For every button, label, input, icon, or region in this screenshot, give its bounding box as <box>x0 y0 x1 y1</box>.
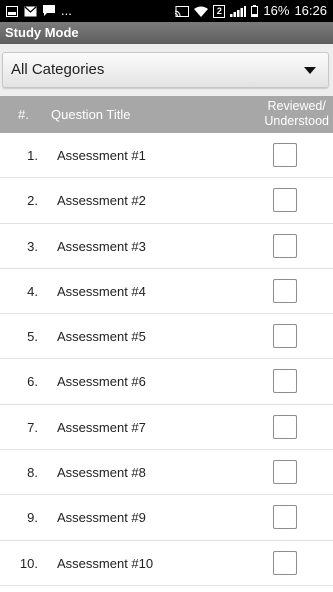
category-filter-area: All Categories <box>0 44 333 96</box>
reviewed-checkbox[interactable] <box>273 550 297 575</box>
row-title: Assessment #4 <box>57 283 146 299</box>
table-row[interactable]: 2. Assessment #2 <box>0 178 333 224</box>
row-number: 7. <box>27 419 38 435</box>
category-dropdown-value: All Categories <box>11 61 105 78</box>
row-number: 1. <box>27 148 38 163</box>
reviewed-checkbox[interactable] <box>273 188 297 213</box>
reviewed-checkbox[interactable] <box>273 324 297 349</box>
clock: 16:26 <box>294 3 327 18</box>
header-question-title: Question Title <box>51 107 131 122</box>
table-row[interactable]: 3. Assessment #3 <box>0 224 333 269</box>
row-title: Assessment #2 <box>57 193 146 209</box>
table-row[interactable]: 6. Assessment #6 <box>0 359 333 405</box>
app-bar: Study Mode <box>0 22 333 44</box>
row-number: 4. <box>27 283 38 299</box>
row-number: 9. <box>27 510 38 526</box>
sim-2-icon: 2 <box>213 4 226 18</box>
reviewed-checkbox[interactable] <box>273 505 297 530</box>
header-reviewed-line1: Reviewed/ <box>267 99 326 113</box>
status-right: 2 16% 16:26 <box>175 0 327 22</box>
overflow-indicator: ... <box>61 3 72 18</box>
status-left: ... <box>6 0 72 22</box>
battery-icon <box>251 5 259 17</box>
header-number: #. <box>18 107 29 122</box>
reviewed-checkbox[interactable] <box>273 233 297 258</box>
reviewed-checkbox[interactable] <box>273 460 297 485</box>
reviewed-checkbox[interactable] <box>273 414 297 439</box>
battery-percent: 16% <box>263 3 290 18</box>
row-title: Assessment #1 <box>57 148 146 163</box>
table-row[interactable]: 5. Assessment #5 <box>0 314 333 360</box>
page-title: Study Mode <box>5 25 79 40</box>
row-number: 10. <box>19 555 38 571</box>
header-reviewed: Reviewed/ Understood <box>264 99 329 129</box>
row-title: Assessment #10 <box>57 555 154 571</box>
row-number: 8. <box>27 465 38 481</box>
reviewed-checkbox[interactable] <box>273 278 297 303</box>
row-title: Assessment #6 <box>57 374 146 390</box>
row-title: Assessment #9 <box>57 510 146 526</box>
table-row[interactable]: 1. Assessment #1 <box>0 133 333 179</box>
signal-icon <box>230 5 247 17</box>
mail-icon <box>24 6 37 17</box>
reviewed-checkbox[interactable] <box>273 143 297 167</box>
status-bar: ... 2 16% 16:26 <box>0 0 333 22</box>
row-title: Assessment #8 <box>57 465 146 481</box>
table-row[interactable]: 7. Assessment #7 <box>0 405 333 451</box>
table-row[interactable]: 4. Assessment #4 <box>0 269 333 315</box>
row-title: Assessment #3 <box>57 238 146 254</box>
row-title: Assessment #7 <box>57 419 146 435</box>
table-header: #. Question Title Reviewed/ Understood <box>0 96 333 133</box>
reviewed-checkbox[interactable] <box>273 369 297 394</box>
row-number: 3. <box>27 238 38 254</box>
table-row[interactable]: 9. Assessment #9 <box>0 495 333 541</box>
wifi-icon <box>194 6 209 17</box>
chevron-down-icon <box>304 67 316 74</box>
notification-icon <box>6 5 18 17</box>
question-list: 1. Assessment #1 2. Assessment #2 3. Ass… <box>0 133 333 586</box>
header-reviewed-line2: Understood <box>264 114 329 128</box>
row-number: 2. <box>27 193 38 209</box>
row-number: 5. <box>27 329 38 345</box>
row-title: Assessment #5 <box>57 329 146 345</box>
table-row[interactable]: 10. Assessment #10 <box>0 541 333 586</box>
row-number: 6. <box>27 374 38 390</box>
table-row[interactable]: 8. Assessment #8 <box>0 450 333 496</box>
chat-icon <box>43 5 55 17</box>
category-dropdown[interactable]: All Categories <box>2 52 329 88</box>
cast-icon <box>175 5 190 17</box>
